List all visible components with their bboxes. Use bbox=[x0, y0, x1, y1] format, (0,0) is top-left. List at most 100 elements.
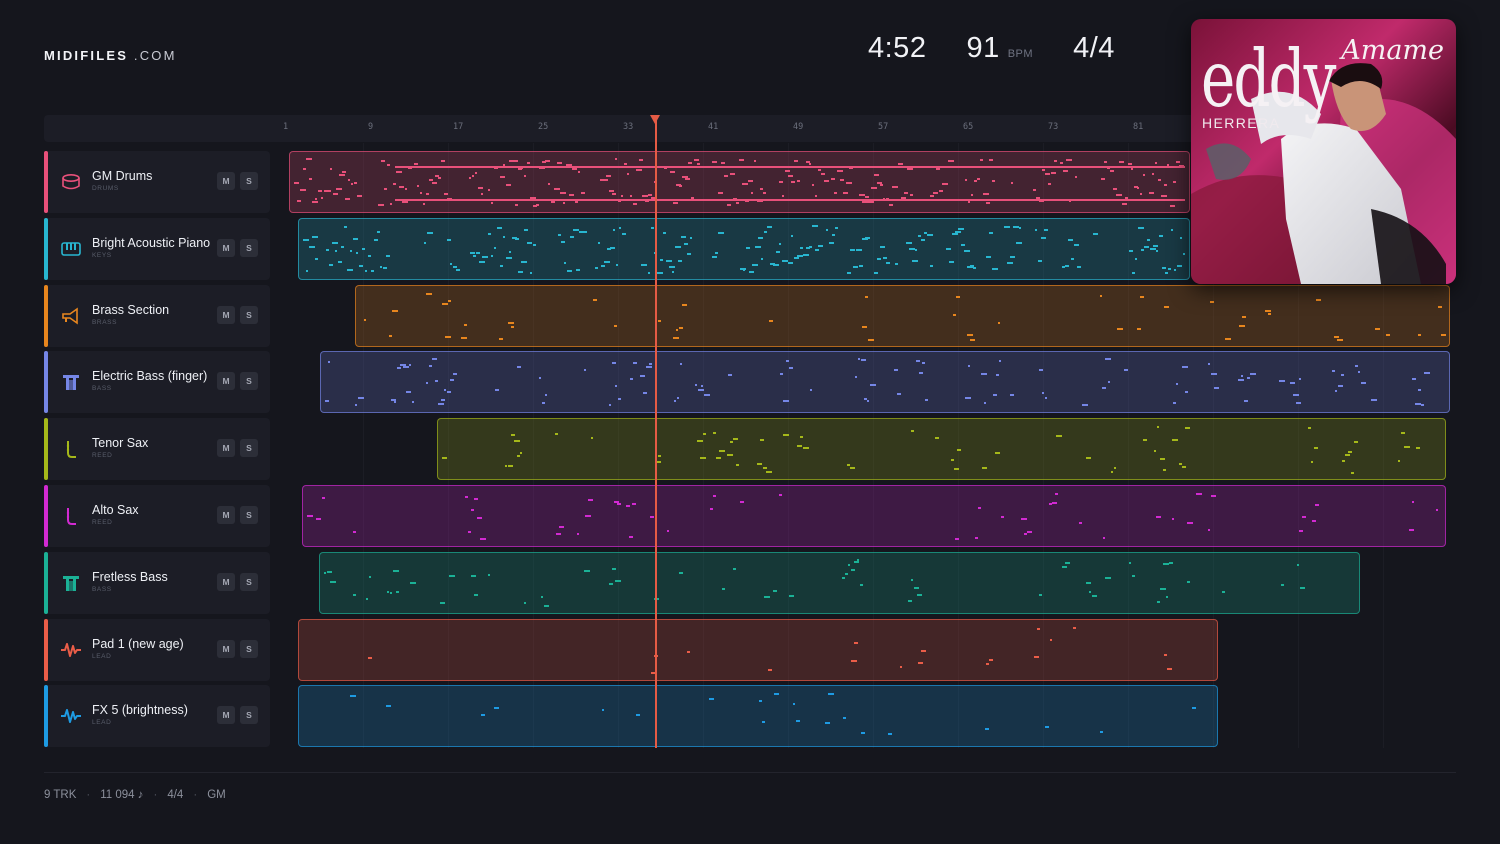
ruler-tick: 1 bbox=[283, 122, 289, 132]
ruler-tick: 57 bbox=[878, 122, 889, 132]
track-category: KEYS bbox=[92, 252, 112, 259]
mute-button[interactable]: M bbox=[217, 706, 235, 724]
footer-separator: · bbox=[193, 789, 198, 801]
cover-artist-first: eddy bbox=[1201, 33, 1336, 125]
piano-icon bbox=[60, 238, 82, 260]
sax-icon bbox=[60, 438, 82, 460]
track-name: GM Drums bbox=[92, 169, 153, 183]
ruler-tick: 33 bbox=[623, 122, 634, 132]
mute-button[interactable]: M bbox=[217, 439, 235, 457]
midi-clip[interactable] bbox=[319, 552, 1360, 614]
mute-button[interactable]: M bbox=[217, 506, 235, 524]
ruler-tick: 41 bbox=[708, 122, 719, 132]
brand-suffix: .COM bbox=[133, 48, 177, 63]
midi-clip[interactable] bbox=[302, 485, 1446, 547]
footer-summary: 9 TRK · 11 094 ♪ · 4/4 · GM bbox=[44, 789, 226, 801]
midi-clip[interactable] bbox=[298, 218, 1190, 280]
time-signature-display: 4/4 bbox=[1073, 32, 1115, 64]
footer-standard: GM bbox=[207, 789, 226, 801]
note-pattern bbox=[303, 225, 1185, 274]
track-header[interactable]: Brass Section BRASS M S bbox=[44, 285, 270, 347]
playhead[interactable] bbox=[655, 120, 657, 748]
footer-meter: 4/4 bbox=[167, 789, 184, 801]
track-header[interactable]: Alto Sax REED M S bbox=[44, 485, 270, 547]
track-header[interactable]: GM Drums DRUMS M S bbox=[44, 151, 270, 213]
cover-artist-last: HERRERA bbox=[1202, 115, 1281, 131]
transport-stats: 4:52 91 BPM 4/4 bbox=[868, 32, 1115, 65]
track-name: Brass Section bbox=[92, 303, 170, 317]
mute-button[interactable]: M bbox=[217, 306, 235, 324]
track-category: REED bbox=[92, 452, 113, 459]
ruler-tick: 49 bbox=[793, 122, 804, 132]
track-category: REED bbox=[92, 519, 113, 526]
track-header[interactable]: Bright Acoustic Piano KEYS M S bbox=[44, 218, 270, 280]
playhead-handle[interactable] bbox=[650, 115, 660, 124]
midi-clip[interactable] bbox=[320, 351, 1450, 413]
solo-button[interactable]: S bbox=[240, 306, 258, 324]
footer-note-count: 11 094 ♪ bbox=[100, 789, 144, 801]
solo-button[interactable]: S bbox=[240, 506, 258, 524]
mute-button[interactable]: M bbox=[217, 372, 235, 390]
solo-button[interactable]: S bbox=[240, 172, 258, 190]
solo-button[interactable]: S bbox=[240, 239, 258, 257]
solo-button[interactable]: S bbox=[240, 640, 258, 658]
note-pattern bbox=[442, 426, 1420, 474]
track-category: LEAD bbox=[92, 719, 112, 726]
note-pattern bbox=[324, 559, 1305, 607]
note-pattern bbox=[364, 293, 1446, 341]
drum-icon bbox=[60, 171, 82, 193]
track-header[interactable]: FX 5 (brightness) LEAD M S bbox=[44, 685, 270, 747]
footer-separator: · bbox=[86, 789, 91, 801]
mute-button[interactable]: M bbox=[217, 573, 235, 591]
wave-icon bbox=[60, 705, 82, 727]
solo-button[interactable]: S bbox=[240, 439, 258, 457]
track-header[interactable]: Electric Bass (finger) BASS M S bbox=[44, 351, 270, 413]
tempo-display: 91 bbox=[966, 32, 1000, 64]
wave-icon bbox=[60, 639, 82, 661]
mute-button[interactable]: M bbox=[217, 640, 235, 658]
note-pattern bbox=[368, 627, 1172, 674]
solo-button[interactable]: S bbox=[240, 372, 258, 390]
track-color-bar bbox=[44, 485, 48, 547]
ruler-tick: 81 bbox=[1133, 122, 1144, 132]
midi-clip[interactable] bbox=[289, 151, 1190, 213]
track-name: FX 5 (brightness) bbox=[92, 703, 188, 717]
track-category: BASS bbox=[92, 586, 112, 593]
track-color-bar bbox=[44, 685, 48, 747]
ruler-tick: 25 bbox=[538, 122, 549, 132]
midi-clip[interactable] bbox=[437, 418, 1446, 480]
mute-button[interactable]: M bbox=[217, 239, 235, 257]
track-category: DRUMS bbox=[92, 185, 119, 192]
ruler-tick: 73 bbox=[1048, 122, 1059, 132]
midi-clip[interactable] bbox=[298, 685, 1218, 747]
note-pattern bbox=[307, 493, 1438, 540]
track-header[interactable]: Pad 1 (new age) LEAD M S bbox=[44, 619, 270, 681]
mute-button[interactable]: M bbox=[217, 172, 235, 190]
track-header[interactable]: Fretless Bass BASS M S bbox=[44, 552, 270, 614]
track-color-bar bbox=[44, 418, 48, 480]
sax-icon bbox=[60, 505, 82, 527]
midi-clip[interactable] bbox=[298, 619, 1218, 681]
brand-name: MIDIFILES bbox=[44, 48, 129, 63]
track-name: Pad 1 (new age) bbox=[92, 637, 184, 651]
track-name: Tenor Sax bbox=[92, 436, 149, 450]
solo-button[interactable]: S bbox=[240, 573, 258, 591]
midi-clip[interactable] bbox=[355, 285, 1450, 347]
brand-logo: MIDIFILES .COM bbox=[44, 48, 177, 63]
track-color-bar bbox=[44, 552, 48, 614]
note-pattern bbox=[325, 358, 1430, 406]
footer-separator: · bbox=[153, 789, 158, 801]
duration-display: 4:52 bbox=[868, 32, 927, 64]
track-header[interactable]: Tenor Sax REED M S bbox=[44, 418, 270, 480]
track-color-bar bbox=[44, 619, 48, 681]
bass-icon bbox=[60, 572, 82, 594]
solo-button[interactable]: S bbox=[240, 706, 258, 724]
track-name: Fretless Bass bbox=[92, 570, 168, 584]
track-category: BRASS bbox=[92, 319, 118, 326]
bass-icon bbox=[60, 371, 82, 393]
track-color-bar bbox=[44, 151, 48, 213]
footer-divider bbox=[44, 772, 1456, 773]
track-category: LEAD bbox=[92, 653, 112, 660]
note-pattern bbox=[350, 693, 1196, 735]
track-name: Electric Bass (finger) bbox=[92, 369, 208, 383]
